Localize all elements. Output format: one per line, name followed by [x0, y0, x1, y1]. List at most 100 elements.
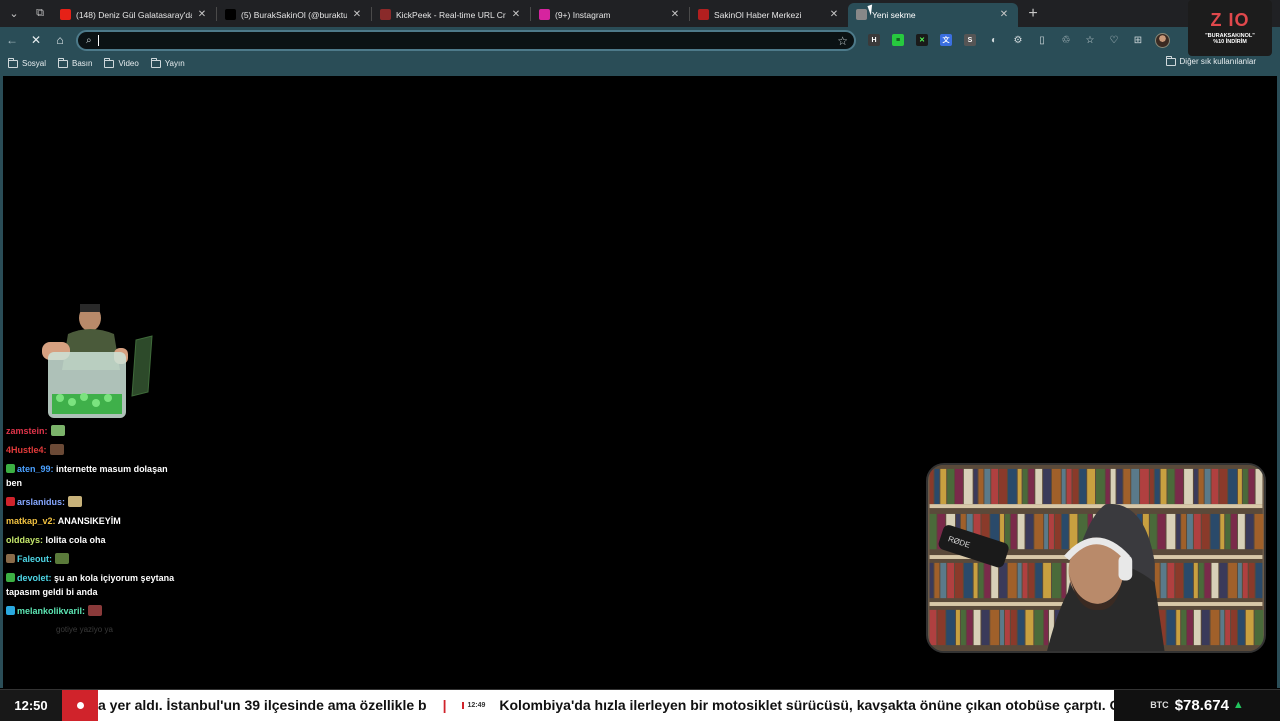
youtube-icon [60, 9, 71, 20]
tab-4[interactable]: SakinOl Haber Merkezi ✕ [690, 3, 848, 27]
book-spine [1061, 513, 1069, 550]
folder-icon [150, 57, 161, 68]
folder-icon [104, 57, 115, 68]
book-spine [1245, 609, 1254, 646]
tab-actions-icon[interactable]: ⧉ [28, 2, 52, 26]
book-spine [1054, 513, 1061, 550]
book-spine [1210, 609, 1220, 646]
chat-badge-icon [6, 497, 15, 506]
other-bookmarks[interactable]: Diğer sık kullanılanlar [1165, 55, 1256, 66]
bookmark-star-icon[interactable]: ☆ [837, 34, 848, 48]
new-tab-button[interactable]: + [1022, 3, 1044, 25]
chat-emote-icon [68, 496, 83, 507]
chat-message: matkap_v2: ANANSIKEYİM [6, 514, 186, 528]
split-screen-icon[interactable]: ▯ [1030, 29, 1054, 51]
performance-icon[interactable]: ♲ [1054, 29, 1078, 51]
tab-close-icon[interactable]: ✕ [510, 9, 522, 20]
book-spine [978, 468, 984, 505]
chat-message: arslanidus: [6, 495, 186, 509]
extension-icon-3[interactable]: ✕ [910, 29, 934, 51]
book-spine [1181, 609, 1187, 646]
book-spine [1149, 468, 1154, 505]
tab-close-icon[interactable]: ✕ [828, 9, 840, 20]
home-icon[interactable]: ⌂ [48, 29, 72, 51]
collections-icon[interactable]: ⊞ [1126, 29, 1150, 51]
tab-close-icon[interactable]: ✕ [196, 9, 208, 20]
book-spine [1044, 513, 1049, 550]
folder-icon [1165, 55, 1176, 66]
book-spine [1007, 468, 1017, 505]
extension-icon-6[interactable]: ◐ [982, 29, 1006, 51]
book-spine [966, 609, 973, 646]
tab-close-icon[interactable]: ✕ [351, 9, 363, 20]
text-caret [97, 34, 99, 46]
tab-close-icon[interactable]: ✕ [669, 9, 681, 20]
browser-essentials-icon[interactable]: ♡ [1102, 29, 1126, 51]
book-spine [1201, 609, 1210, 646]
book-spine [973, 468, 978, 505]
bookmark-folder-sosyal[interactable]: Sosyal [8, 57, 46, 68]
book-spine [1204, 562, 1211, 599]
profile-avatar[interactable] [1150, 29, 1174, 51]
back-icon[interactable]: ← [0, 29, 24, 51]
webcam-feed: RØDE [926, 463, 1266, 653]
book-spine [1167, 468, 1175, 505]
book-spine [1204, 468, 1211, 505]
book-spine [1176, 609, 1181, 646]
tab-1[interactable]: (5) BurakSakinOl (@buraktut_) / X ✕ [217, 3, 371, 27]
tab-2[interactable]: KickPeek - Real-time URL Crawler ✕ [372, 3, 530, 27]
extensions-puzzle-icon[interactable]: ⚙ [1006, 29, 1030, 51]
bookmark-label: Yayın [164, 59, 185, 68]
sponsor-discount: %10 İNDİRİM [1213, 39, 1247, 45]
instagram-icon [539, 9, 550, 20]
tab-3[interactable]: (9+) Instagram ✕ [531, 3, 689, 27]
book-spine [1160, 468, 1167, 505]
book-spine [1228, 468, 1237, 505]
address-input[interactable] [102, 34, 803, 46]
book-spine [1210, 513, 1220, 550]
address-bar[interactable]: ⌕ ☆ [76, 29, 856, 51]
book-spine [1220, 609, 1225, 646]
bookmark-folder-basin[interactable]: Basın [58, 57, 92, 68]
book-spine [1007, 562, 1017, 599]
book-spine [1022, 562, 1028, 599]
book-spine [963, 468, 973, 505]
live-indicator [62, 689, 98, 721]
bookmark-folder-yayin[interactable]: Yayın [150, 57, 185, 68]
chat-emote-icon [88, 605, 103, 616]
book-spine [1017, 609, 1025, 646]
book-spine [1051, 468, 1061, 505]
book-spine [1166, 513, 1176, 550]
extension-icon-1[interactable]: H [862, 29, 886, 51]
book-spine [1096, 468, 1105, 505]
bookmark-folder-video[interactable]: Video [104, 57, 139, 68]
chat-username: olddays: [6, 535, 44, 545]
book-spine [947, 562, 955, 599]
chat-message: aten_99: internette masum dolaşan ben [6, 462, 186, 490]
book-spine [960, 609, 966, 646]
book-spine [955, 562, 963, 599]
tab-title: KickPeek - Real-time URL Crawler [396, 9, 506, 20]
book-spine [1237, 609, 1245, 646]
extension-icon-2[interactable]: ≡ [886, 29, 910, 51]
chat-username: Faleout: [17, 554, 52, 564]
book-spine [940, 562, 947, 599]
book-spine [1248, 562, 1255, 599]
bookmark-label: Video [118, 59, 139, 68]
tab-list-dropdown-icon[interactable]: ⌄ [2, 2, 26, 26]
reload-stop-icon[interactable]: ✕ [24, 29, 48, 51]
tab-close-icon[interactable]: ✕ [998, 9, 1010, 20]
chat-username: devolet: [17, 573, 52, 583]
book-spine [1034, 609, 1044, 646]
favorites-icon[interactable]: ☆ [1078, 29, 1102, 51]
book-spine [1187, 513, 1193, 550]
book-spine [990, 609, 1000, 646]
tab-title: (9+) Instagram [555, 9, 611, 20]
translate-icon[interactable]: 文 [934, 29, 958, 51]
tab-0[interactable]: (148) Deniz Gül Galatasaray'da?.. ✕ [52, 3, 216, 27]
book-spine [934, 468, 940, 505]
chat-badge-icon [6, 464, 15, 473]
book-spine [973, 562, 978, 599]
btc-price: BTC $78.674 ▲ [1114, 689, 1280, 721]
extension-icon-5[interactable]: S [958, 29, 982, 51]
